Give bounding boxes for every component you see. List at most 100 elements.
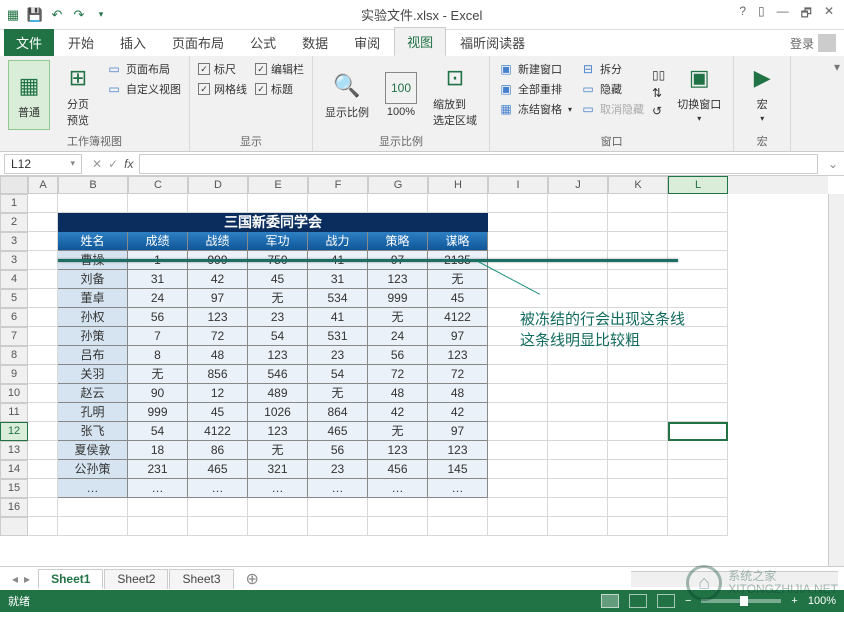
row-header[interactable]: 3 bbox=[0, 232, 28, 251]
view-layout-icon[interactable] bbox=[629, 594, 647, 608]
cancel-icon[interactable]: ✕ bbox=[92, 157, 102, 171]
column-header[interactable]: G bbox=[368, 176, 428, 194]
new-window-button[interactable]: ▣新建窗口 bbox=[498, 60, 572, 78]
row-header[interactable]: 10 bbox=[0, 384, 28, 403]
column-header[interactable]: E bbox=[248, 176, 308, 194]
help-icon[interactable]: ? bbox=[739, 4, 746, 25]
page-layout-button[interactable]: ▭页面布局 bbox=[106, 60, 181, 78]
tab-页面布局[interactable]: 页面布局 bbox=[160, 29, 236, 56]
vertical-scrollbar[interactable] bbox=[828, 194, 844, 566]
column-header[interactable]: D bbox=[188, 176, 248, 194]
table-row[interactable]: 赵云9012489无4848 bbox=[58, 384, 488, 403]
hide-button[interactable]: ▭隐藏 bbox=[580, 80, 644, 98]
name-box[interactable]: L12 ▾ bbox=[4, 154, 82, 174]
split-button[interactable]: ⊟拆分 bbox=[580, 60, 644, 78]
sheet-tab[interactable]: Sheet3 bbox=[169, 569, 233, 589]
view-pagebreak-button[interactable]: ⊞ 分页 预览 bbox=[58, 60, 98, 130]
active-cell[interactable] bbox=[668, 422, 728, 441]
reset-pos-icon[interactable]: ↺ bbox=[652, 104, 665, 118]
tab-插入[interactable]: 插入 bbox=[108, 29, 158, 56]
column-header[interactable]: I bbox=[488, 176, 548, 194]
sync-scroll-icon[interactable]: ⇅ bbox=[652, 86, 665, 100]
tab-file[interactable]: 文件 bbox=[4, 29, 54, 56]
tab-视图[interactable]: 视图 bbox=[394, 27, 446, 56]
select-all-corner[interactable] bbox=[0, 176, 28, 194]
column-header[interactable]: H bbox=[428, 176, 488, 194]
chk-formulabar[interactable]: ✓编辑栏 bbox=[255, 60, 304, 78]
tab-数据[interactable]: 数据 bbox=[290, 29, 340, 56]
arrange-button[interactable]: ▣全部重排 bbox=[498, 80, 572, 98]
table-row[interactable]: 董卓2497无53499945 bbox=[58, 289, 488, 308]
row-header[interactable]: 11 bbox=[0, 403, 28, 422]
row-header[interactable]: 15 bbox=[0, 479, 28, 498]
save-icon[interactable]: 💾 bbox=[26, 6, 44, 24]
column-header-active[interactable]: L bbox=[668, 176, 728, 194]
row-header[interactable]: 5 bbox=[0, 289, 28, 308]
row-header[interactable]: 3 bbox=[0, 251, 28, 270]
tab-公式[interactable]: 公式 bbox=[238, 29, 288, 56]
row-header[interactable]: 6 bbox=[0, 308, 28, 327]
sheet-tab[interactable]: Sheet2 bbox=[104, 569, 168, 589]
zoom-to-selection-button[interactable]: ⊡缩放到 选定区域 bbox=[429, 60, 481, 130]
table-row[interactable]: 张飞544122123465无97 bbox=[58, 422, 488, 441]
confirm-icon[interactable]: ✓ bbox=[108, 157, 118, 171]
zoom-button[interactable]: 🔍显示比例 bbox=[321, 60, 373, 130]
table-row[interactable]: 孔明9994510268644242 bbox=[58, 403, 488, 422]
formula-input[interactable] bbox=[139, 154, 817, 174]
row-header[interactable] bbox=[0, 517, 28, 536]
view-break-icon[interactable] bbox=[657, 594, 675, 608]
ribbon-options-icon[interactable]: ▯ bbox=[758, 4, 765, 25]
row-header[interactable]: 4 bbox=[0, 270, 28, 289]
restore-icon[interactable]: 🗗 bbox=[801, 4, 812, 25]
collapse-ribbon-icon[interactable]: ▾ bbox=[830, 56, 844, 151]
qat-customize-icon[interactable]: ▾ bbox=[92, 6, 110, 24]
view-normal-icon[interactable] bbox=[601, 594, 619, 608]
table-row[interactable]: 关羽无856546547272 bbox=[58, 365, 488, 384]
row-header[interactable]: 14 bbox=[0, 460, 28, 479]
table-row[interactable]: 吕布8481232356123 bbox=[58, 346, 488, 365]
column-header[interactable]: K bbox=[608, 176, 668, 194]
table-row[interactable]: 夏侯敦1886无56123123 bbox=[58, 441, 488, 460]
login-link[interactable]: 登录 bbox=[782, 30, 844, 56]
add-sheet-button[interactable]: ⊕ bbox=[236, 569, 269, 589]
row-header[interactable]: 12 bbox=[0, 422, 28, 441]
row-header[interactable]: 2 bbox=[0, 213, 28, 232]
row-header[interactable]: 16 bbox=[0, 498, 28, 517]
close-icon[interactable]: ✕ bbox=[824, 4, 834, 25]
table-row[interactable]: 孙权561232341无4122 bbox=[58, 308, 488, 327]
table-row[interactable]: 孙策772545312497 bbox=[58, 327, 488, 346]
table-row[interactable]: 公孙策23146532123456145 bbox=[58, 460, 488, 479]
row-header[interactable]: 8 bbox=[0, 346, 28, 365]
undo-icon[interactable]: ↶ bbox=[48, 6, 66, 24]
minimize-icon[interactable]: — bbox=[777, 4, 789, 25]
custom-view-button[interactable]: ▭自定义视图 bbox=[106, 80, 181, 98]
tab-开始[interactable]: 开始 bbox=[56, 29, 106, 56]
fx-icon[interactable]: fx bbox=[124, 157, 133, 171]
sheet-nav-next-icon[interactable]: ▸ bbox=[24, 572, 30, 586]
expand-formula-icon[interactable]: ⌄ bbox=[822, 157, 844, 171]
chk-gridlines[interactable]: ✓网格线 bbox=[198, 80, 247, 98]
chk-ruler[interactable]: ✓标尺 bbox=[198, 60, 247, 78]
column-header[interactable]: F bbox=[308, 176, 368, 194]
column-header[interactable]: A bbox=[28, 176, 58, 194]
row-header[interactable]: 13 bbox=[0, 441, 28, 460]
table-row[interactable]: ………………… bbox=[58, 479, 488, 498]
side-by-side-icon[interactable]: ▯▯ bbox=[652, 68, 665, 82]
macros-button[interactable]: ▶宏▾ bbox=[742, 60, 782, 125]
chk-headings[interactable]: ✓标题 bbox=[255, 80, 304, 98]
tab-审阅[interactable]: 审阅 bbox=[342, 29, 392, 56]
column-header[interactable]: C bbox=[128, 176, 188, 194]
row-header[interactable]: 7 bbox=[0, 327, 28, 346]
redo-icon[interactable]: ↷ bbox=[70, 6, 88, 24]
sheet-tab[interactable]: Sheet1 bbox=[38, 569, 103, 589]
row-header[interactable]: 1 bbox=[0, 194, 28, 213]
freeze-panes-button[interactable]: ▦冻结窗格▾ bbox=[498, 100, 572, 118]
view-normal-button[interactable]: ▦ 普通 bbox=[8, 60, 50, 130]
sheet-nav-prev-icon[interactable]: ◂ bbox=[12, 572, 18, 586]
row-header[interactable]: 9 bbox=[0, 365, 28, 384]
column-header[interactable]: J bbox=[548, 176, 608, 194]
zoom-100-button[interactable]: 100100% bbox=[381, 60, 421, 130]
unhide-button[interactable]: ▭取消隐藏 bbox=[580, 100, 644, 118]
column-header[interactable]: B bbox=[58, 176, 128, 194]
tab-福昕阅读器[interactable]: 福昕阅读器 bbox=[448, 29, 537, 56]
